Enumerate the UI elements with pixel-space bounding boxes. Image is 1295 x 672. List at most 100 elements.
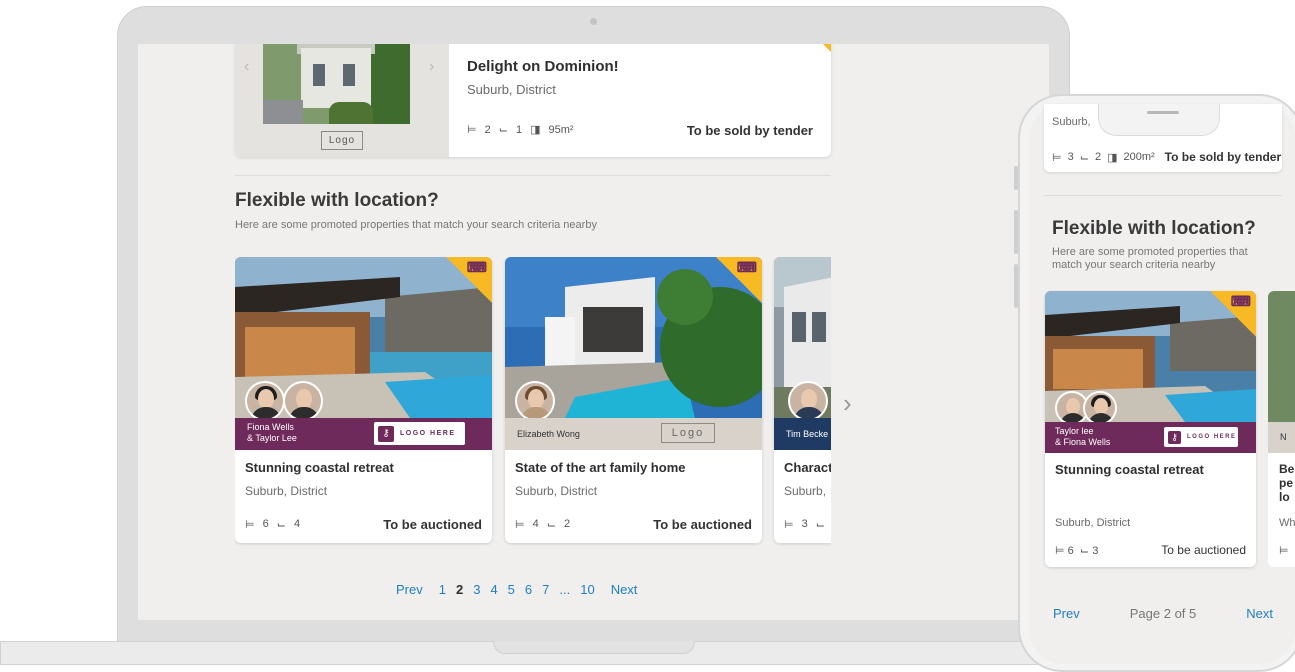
bath-count: 1 bbox=[515, 123, 523, 136]
page-link[interactable]: 7 bbox=[542, 582, 549, 597]
card-title-line: lo bbox=[1279, 490, 1290, 504]
bed-icon: ⊨ bbox=[467, 124, 477, 136]
avatar-face bbox=[296, 389, 312, 409]
card-suburb: Suburb, District bbox=[1055, 517, 1131, 529]
agent-names: Fiona Wells & Taylor Lee bbox=[247, 422, 297, 444]
avatar bbox=[788, 381, 828, 418]
section-subheading: Here are some promoted properties that m… bbox=[235, 219, 597, 231]
laptop-screen: ‹ › Logo Delight on Dominion! Suburb, Di… bbox=[138, 44, 1049, 620]
card-suburb: Suburb, bbox=[784, 484, 827, 498]
prev-link[interactable]: Prev bbox=[1053, 606, 1080, 621]
agent-name: Taylor lee bbox=[1055, 426, 1094, 436]
promoted-icon: ⌨ bbox=[466, 259, 487, 275]
agent-name: & Fiona Wells bbox=[1055, 437, 1111, 447]
listing-features: ⊨ 2 ⌙ 1 ◨ 95m² bbox=[467, 123, 574, 137]
logo-text: LOGO HERE bbox=[400, 430, 456, 437]
page-link[interactable]: 1 bbox=[439, 582, 446, 597]
chevron-right-icon[interactable]: › bbox=[843, 388, 852, 419]
card-title[interactable]: State of the art family home bbox=[515, 460, 685, 475]
listing-media: ‹ › Logo bbox=[235, 44, 449, 157]
listing-title[interactable]: Delight on Dominion! bbox=[467, 58, 619, 75]
avatar-face bbox=[258, 389, 274, 409]
photo-window bbox=[343, 64, 355, 86]
laptop-camera bbox=[590, 18, 597, 25]
card-title[interactable]: Stunning coastal retreat bbox=[245, 460, 394, 475]
current-page: 2 bbox=[455, 582, 464, 597]
property-photo[interactable]: ⌨ bbox=[235, 257, 492, 418]
bath-icon: ⌙ bbox=[546, 519, 556, 531]
section-subheading: Here are some promoted properties that m… bbox=[1052, 246, 1248, 271]
key-icon: ⚷ bbox=[378, 425, 394, 442]
chevron-right-icon[interactable]: › bbox=[429, 58, 434, 76]
card-title-line: Be bbox=[1279, 462, 1295, 476]
promoted-corner bbox=[823, 44, 831, 52]
bed-icon: ⊨ bbox=[784, 519, 794, 531]
prev-link[interactable]: Prev bbox=[396, 582, 423, 597]
card-title[interactable]: Stunning coastal retreat bbox=[1055, 462, 1204, 477]
listing-suburb: Suburb, bbox=[1052, 116, 1091, 128]
photo-house bbox=[301, 48, 371, 108]
section-heading: Flexible with location? bbox=[235, 190, 439, 211]
property-photo[interactable]: ⌨ bbox=[505, 257, 762, 418]
agent-name: Elizabeth Wong bbox=[517, 429, 580, 439]
section-divider bbox=[1044, 195, 1282, 196]
page-link[interactable]: 10 bbox=[580, 582, 594, 597]
bath-icon: ⌙ bbox=[815, 519, 825, 531]
next-link[interactable]: Next bbox=[611, 582, 638, 597]
listing-card[interactable]: ‹ › Logo Delight on Dominion! Suburb, Di… bbox=[235, 44, 831, 157]
agent-banner: Fiona Wells & Taylor Lee ⚷ LOGO HERE bbox=[235, 418, 492, 450]
page-indicator: Page 2 of 5 bbox=[1129, 606, 1197, 621]
pagination: Prev Page 2 of 5 Next bbox=[1053, 606, 1273, 621]
agent-banner: Tim Becke bbox=[774, 418, 831, 450]
photo-tree bbox=[370, 44, 410, 124]
property-photo[interactable]: ⌨ bbox=[1045, 291, 1256, 422]
area-icon: ◨ bbox=[1107, 151, 1118, 164]
page-link[interactable]: 5 bbox=[508, 582, 515, 597]
avatar-body bbox=[794, 407, 824, 418]
sale-method: To be sold by tender bbox=[686, 123, 813, 138]
listing-photo[interactable] bbox=[263, 44, 410, 124]
chevron-left-icon[interactable]: ‹ bbox=[244, 58, 249, 76]
property-card[interactable]: ⌨ Taylor lee & Fiona Wells ⚷ LOGO HERE S… bbox=[1045, 291, 1256, 567]
bath-count: 2 bbox=[563, 518, 571, 530]
bath-icon: ⌙ bbox=[1079, 151, 1089, 164]
bed-count: 3 bbox=[801, 518, 808, 530]
photo-car bbox=[263, 100, 303, 124]
agent-banner: Elizabeth Wong Logo bbox=[505, 418, 762, 450]
promoted-icon: ⌨ bbox=[1230, 293, 1251, 309]
agent-name: Tim Becke bbox=[786, 429, 829, 439]
property-card[interactable]: ⌨ Fiona Wells & Taylor Lee ⚷ LOGO HERE S… bbox=[235, 257, 492, 543]
card-title-line: pe bbox=[1279, 476, 1294, 490]
property-card-peek[interactable]: N Be pe lo Wh ⊨ bbox=[1268, 291, 1295, 567]
card-features: ⊨ 4 ⌙ 2 bbox=[515, 518, 570, 531]
card-title: Be pe lo bbox=[1279, 462, 1294, 504]
card-title[interactable]: Charact bbox=[784, 460, 831, 475]
sale-method: To be auctioned bbox=[383, 517, 482, 532]
card-features: ⊨ 3 ⌙ bbox=[784, 518, 825, 531]
agent-banner: N bbox=[1268, 422, 1295, 453]
property-card[interactable]: Tim Becke Charact Suburb, ⊨ 3 ⌙ bbox=[774, 257, 831, 543]
avatar-body bbox=[521, 407, 551, 418]
page-link[interactable]: 4 bbox=[490, 582, 497, 597]
page-link[interactable]: 6 bbox=[525, 582, 532, 597]
avatar-body bbox=[1060, 413, 1086, 422]
property-photo bbox=[1268, 291, 1295, 422]
agency-logo: ⚷ LOGO HERE bbox=[374, 422, 465, 445]
agent-name: Fiona Wells bbox=[247, 422, 294, 432]
bed-icon: ⊨ bbox=[515, 519, 525, 531]
bed-icon: ⊨ bbox=[1279, 545, 1289, 557]
agent-name: & Taylor Lee bbox=[247, 433, 297, 443]
property-photo[interactable] bbox=[774, 257, 831, 418]
property-card[interactable]: ⌨ Elizabeth Wong Logo State of the art f… bbox=[505, 257, 762, 543]
phone-side-button bbox=[1014, 264, 1018, 308]
bath-count: 4 bbox=[293, 518, 301, 530]
section-divider bbox=[235, 175, 831, 176]
pagination-ellipsis: ... bbox=[559, 582, 571, 597]
bed-count: 2 bbox=[484, 123, 491, 136]
avatar-body bbox=[251, 407, 281, 418]
key-icon: ⚷ bbox=[1168, 430, 1181, 444]
page-link[interactable]: 3 bbox=[473, 582, 480, 597]
next-link[interactable]: Next bbox=[1246, 606, 1273, 621]
bath-count: 3 bbox=[1092, 545, 1099, 557]
promoted-carousel: ⌨ Fiona Wells & Taylor Lee ⚷ LOGO HERE S… bbox=[235, 257, 831, 547]
